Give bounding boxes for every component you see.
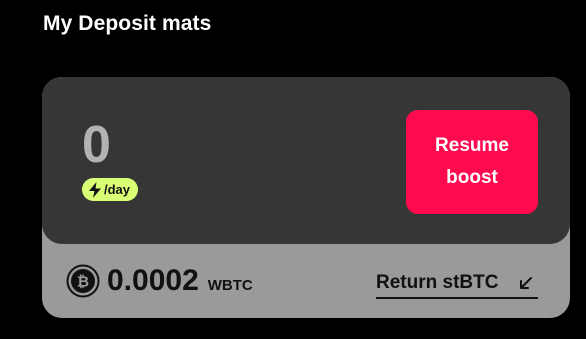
return-link-label: Return stBTC [376,271,499,293]
section-title: My Deposit mats [43,12,212,35]
bitcoin-icon: ₿ [66,264,100,298]
deposit-card-top: 0 /day Resume boost [42,77,570,244]
svg-text:₿: ₿ [77,273,89,291]
balance-amount: 0.0002 [107,264,199,297]
rate-unit: /day [104,182,131,197]
bolt-icon [88,181,102,198]
deposit-card: 0 /day Resume boost ₿ 0.0002 WBTC Return… [42,77,570,318]
rate-badge: /day [82,178,139,201]
deposit-mats-page: My Deposit mats 0 /day Resume boost ₿ 0.… [0,0,586,339]
return-stbtc-link[interactable]: Return stBTC [376,268,538,299]
resume-boost-button[interactable]: Resume boost [406,110,538,214]
balance-unit: WBTC [207,276,253,294]
arrow-down-left-icon [518,275,534,291]
rate-value: 0 [82,116,111,174]
balance-row: ₿ 0.0002 WBTC [66,264,253,298]
